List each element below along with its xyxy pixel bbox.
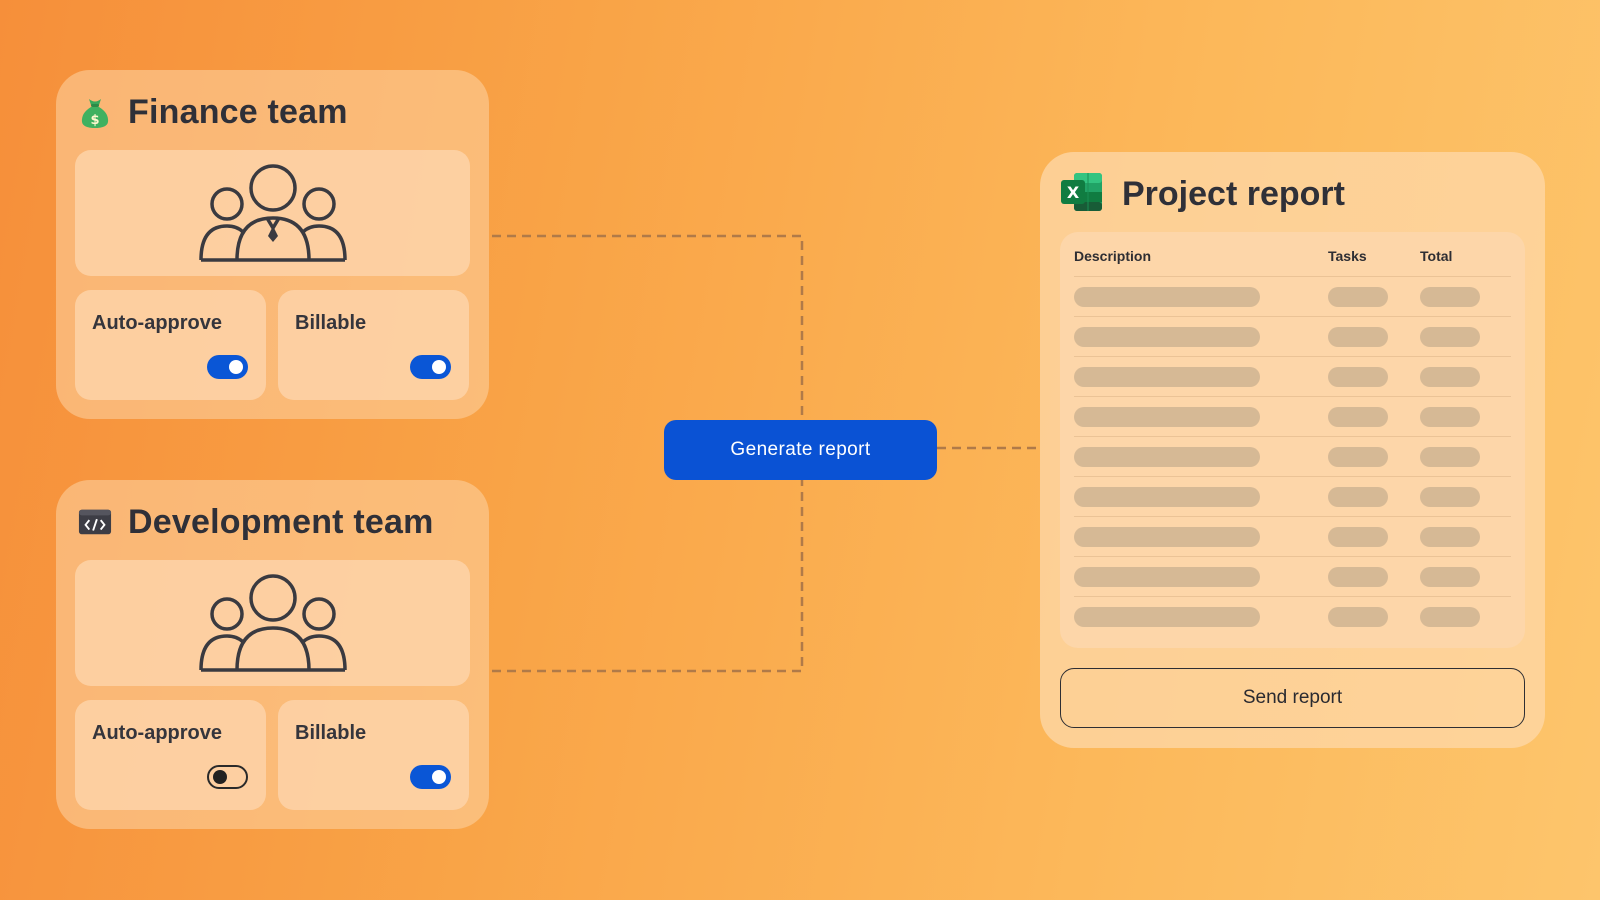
placeholder-bar-total <box>1420 367 1480 387</box>
placeholder-bar-tasks <box>1328 447 1388 467</box>
table-row <box>1074 436 1511 476</box>
table-row <box>1074 316 1511 356</box>
placeholder-bar-desc <box>1074 487 1260 507</box>
report-header: X Project report <box>1060 170 1345 218</box>
placeholder-bar-desc <box>1074 287 1260 307</box>
placeholder-bar-desc <box>1074 527 1260 547</box>
option-label: Billable <box>295 722 367 744</box>
placeholder-bar-total <box>1420 527 1480 547</box>
report-table: Description Tasks Total <box>1060 232 1525 648</box>
development-team-card: Development team Auto-approve Billable <box>56 480 489 829</box>
placeholder-bar-desc <box>1074 327 1260 347</box>
placeholder-bar-desc <box>1074 607 1260 627</box>
placeholder-bar-total <box>1420 327 1480 347</box>
placeholder-bar-total <box>1420 607 1480 627</box>
toggle-knob <box>432 360 446 374</box>
table-row <box>1074 516 1511 556</box>
toggle-knob <box>213 770 227 784</box>
toggle-knob <box>229 360 243 374</box>
placeholder-bar-tasks <box>1328 527 1388 547</box>
finance-team-header: $ Finance team <box>78 86 348 138</box>
column-header-tasks: Tasks <box>1328 248 1367 264</box>
table-row <box>1074 556 1511 596</box>
placeholder-bar-total <box>1420 407 1480 427</box>
placeholder-bar-desc <box>1074 447 1260 467</box>
placeholder-bar-desc <box>1074 367 1260 387</box>
team-title: Development team <box>128 502 434 541</box>
auto-approve-option: Auto-approve <box>75 700 266 810</box>
project-report-card: X Project report Description Tasks Total… <box>1040 152 1545 748</box>
table-row <box>1074 476 1511 516</box>
placeholder-bar-tasks <box>1328 367 1388 387</box>
table-header: Description Tasks Total <box>1060 232 1525 276</box>
auto-approve-toggle[interactable] <box>207 355 248 379</box>
team-avatar-panel <box>75 150 470 276</box>
finance-team-card: $ Finance team Auto-approve Billable <box>56 70 489 419</box>
placeholder-bar-total <box>1420 447 1480 467</box>
svg-text:$: $ <box>90 113 99 128</box>
option-label: Auto-approve <box>92 722 222 744</box>
table-row <box>1074 356 1511 396</box>
placeholder-bar-tasks <box>1328 567 1388 587</box>
placeholder-bar-tasks <box>1328 487 1388 507</box>
placeholder-bar-tasks <box>1328 287 1388 307</box>
placeholder-bar-tasks <box>1328 327 1388 347</box>
placeholder-bar-total <box>1420 287 1480 307</box>
code-terminal-icon <box>78 505 112 539</box>
table-row <box>1074 596 1511 636</box>
development-team-header: Development team <box>78 496 434 548</box>
team-avatar-panel <box>75 560 470 686</box>
team-with-leader-icon <box>198 164 347 262</box>
send-report-button[interactable]: Send report <box>1060 668 1525 728</box>
generate-report-button[interactable]: Generate report <box>664 420 937 480</box>
placeholder-bar-desc <box>1074 407 1260 427</box>
placeholder-bar-desc <box>1074 567 1260 587</box>
team-title: Finance team <box>128 92 348 131</box>
option-label: Billable <box>295 312 367 334</box>
auto-approve-toggle[interactable] <box>207 765 248 789</box>
option-label: Auto-approve <box>92 312 222 334</box>
billable-option: Billable <box>278 700 469 810</box>
table-row <box>1074 276 1511 316</box>
billable-toggle[interactable] <box>410 355 451 379</box>
auto-approve-option: Auto-approve <box>75 290 266 400</box>
billable-toggle[interactable] <box>410 765 451 789</box>
placeholder-bar-total <box>1420 487 1480 507</box>
placeholder-bar-tasks <box>1328 407 1388 427</box>
toggle-knob <box>432 770 446 784</box>
svg-text:X: X <box>1067 183 1080 202</box>
billable-option: Billable <box>278 290 469 400</box>
table-row <box>1074 396 1511 436</box>
placeholder-bar-tasks <box>1328 607 1388 627</box>
column-header-description: Description <box>1074 248 1152 264</box>
excel-icon: X <box>1060 171 1104 218</box>
money-bag-icon: $ <box>78 95 112 129</box>
column-header-total: Total <box>1420 248 1453 264</box>
team-icon <box>198 574 347 672</box>
placeholder-bar-total <box>1420 567 1480 587</box>
report-title: Project report <box>1122 174 1345 213</box>
